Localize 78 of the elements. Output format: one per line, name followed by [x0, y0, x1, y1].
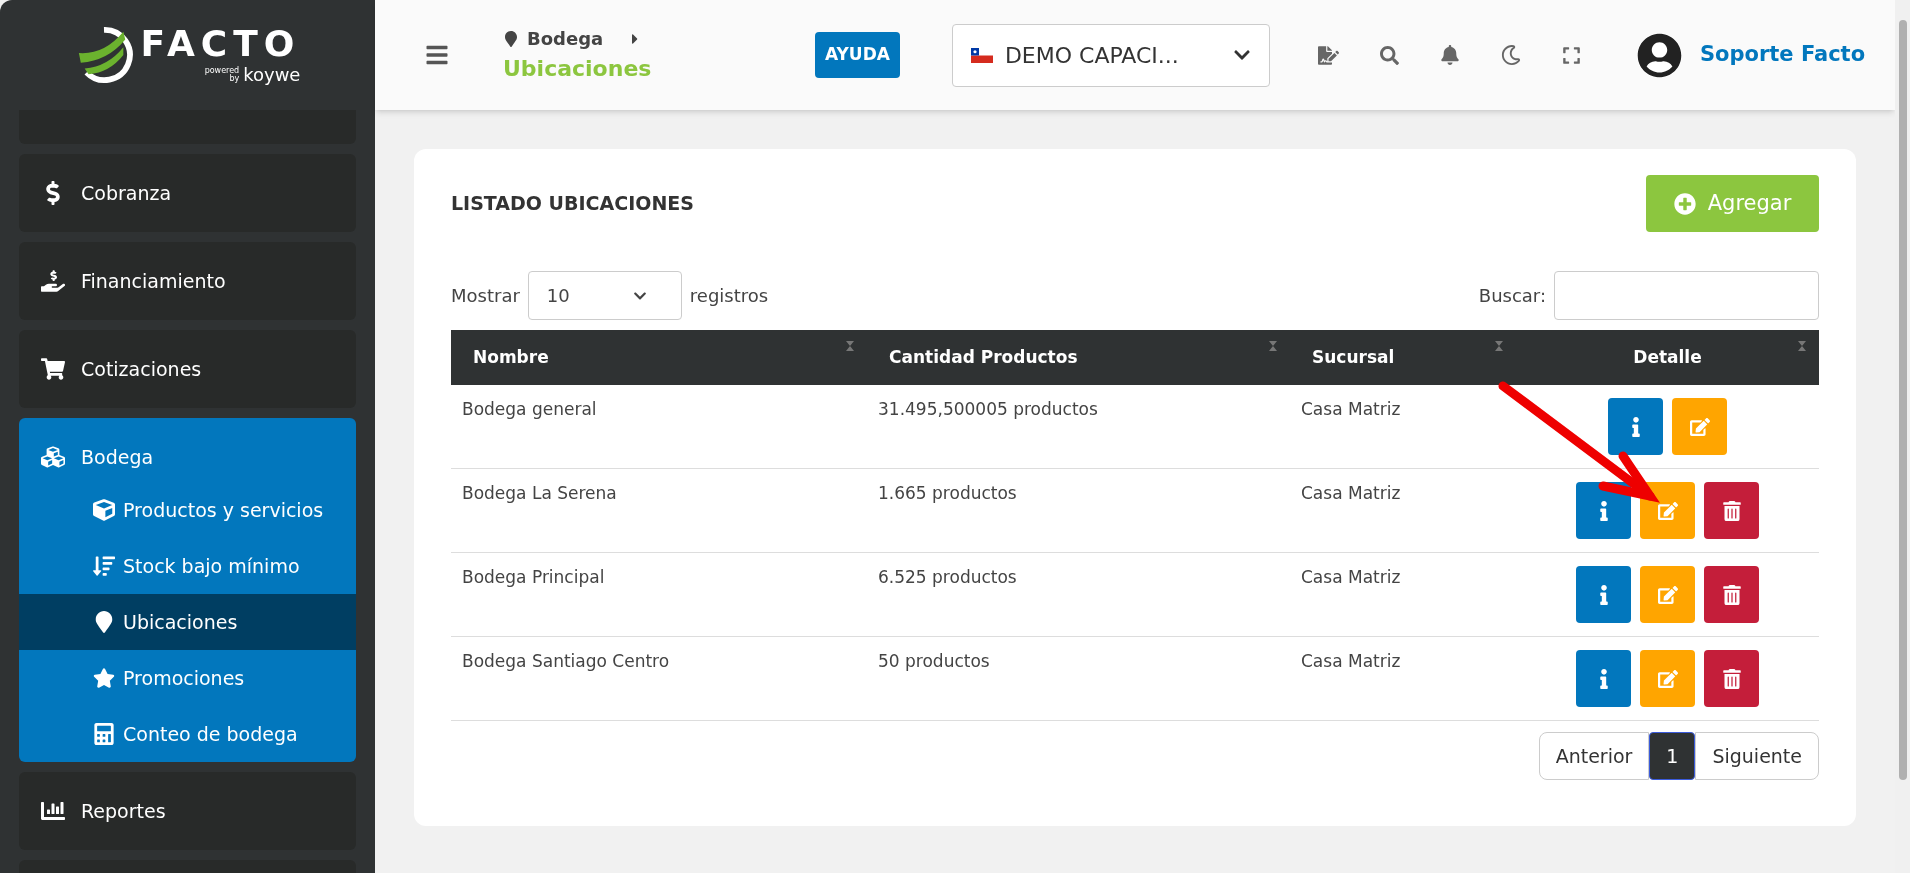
delete-button[interactable] [1704, 566, 1759, 623]
trash-icon [1721, 500, 1742, 521]
column-header[interactable]: Sucursal [1290, 330, 1516, 385]
user-name[interactable]: Soporte Facto [1699, 39, 1866, 71]
bell-icon[interactable] [1439, 45, 1460, 65]
menu-icon[interactable] [425, 43, 449, 67]
sort-icon[interactable] [1494, 340, 1504, 352]
fullscreen-icon[interactable] [1561, 45, 1581, 65]
table-cell: Bodega Santiago Centro [462, 651, 670, 671]
info-button[interactable] [1576, 566, 1631, 623]
cart-icon [41, 357, 65, 381]
page-button[interactable]: 1 [1649, 732, 1696, 780]
sort-down-icon [93, 555, 115, 577]
search-field[interactable] [1554, 271, 1819, 320]
sort-icon[interactable] [845, 340, 855, 352]
pin-icon [93, 611, 115, 633]
table-cell: Bodega Principal [462, 567, 605, 587]
hand-coin-icon [41, 269, 65, 293]
table-cell: 1.665 productos [878, 483, 1017, 503]
submenu-item[interactable]: Conteo de bodega [19, 706, 356, 762]
star-icon [93, 667, 115, 689]
sidebar-item[interactable]: Cotizaciones [19, 330, 356, 408]
edit-icon [1657, 584, 1678, 605]
records-label: registros [689, 284, 769, 308]
info-button[interactable] [1576, 650, 1631, 707]
table-cell: 6.525 productos [878, 567, 1017, 587]
table-cell: Bodega general [462, 399, 597, 419]
table-cell: Casa Matriz [1301, 651, 1401, 671]
edit-icon [1689, 416, 1710, 437]
delete-button[interactable] [1704, 650, 1759, 707]
edit-button[interactable] [1640, 482, 1695, 539]
page-size-select[interactable]: 10 [527, 271, 682, 320]
submenu-item[interactable]: Ubicaciones [19, 594, 356, 650]
table-cell: Casa Matriz [1301, 399, 1401, 419]
table-cell: 31.495,500005 productos [878, 399, 1098, 419]
sort-icon[interactable] [1268, 340, 1278, 352]
flag-icon [970, 47, 993, 63]
show-label: Mostrar [451, 284, 520, 308]
column-header[interactable]: Cantidad Productos [867, 330, 1290, 385]
column-header[interactable]: Nombre [451, 330, 867, 385]
edit-icon [1657, 668, 1678, 689]
trash-icon [1721, 584, 1742, 605]
company-select[interactable]: DEMO CAPACI... [951, 23, 1270, 87]
table-cell: 50 productos [878, 651, 990, 671]
logo-powered-text: powered [204, 67, 240, 75]
signature-document-icon[interactable] [1317, 44, 1339, 66]
pin-icon [503, 30, 519, 47]
table-cell: Casa Matriz [1301, 483, 1401, 503]
breadcrumb-link[interactable]: Bodega [527, 25, 604, 52]
edit-icon [1657, 500, 1678, 521]
trash-icon [1721, 668, 1742, 689]
plus-icon [1673, 192, 1696, 215]
logo-brand-text: koywe [243, 66, 301, 84]
search-label: Buscar: [1478, 284, 1546, 308]
sidebar-item[interactable]: Cobranza [19, 154, 356, 232]
delete-button[interactable] [1704, 482, 1759, 539]
moon-icon[interactable] [1500, 45, 1521, 65]
bar-chart-icon [41, 799, 65, 823]
table-cell: Casa Matriz [1301, 567, 1401, 587]
info-button[interactable] [1576, 482, 1631, 539]
logo-by-text: by [229, 75, 240, 83]
submenu-item[interactable]: Promociones [19, 650, 356, 706]
submenu-item[interactable]: Stock bajo mínimo [19, 538, 356, 594]
cubes-icon [41, 445, 65, 469]
info-button[interactable] [1608, 398, 1663, 455]
help-button[interactable]: AYUDA [815, 32, 900, 78]
calculator-icon [93, 723, 115, 745]
column-header[interactable]: Detalle [1516, 330, 1819, 385]
page-title: Ubicaciones [503, 55, 653, 83]
sidebar-item[interactable]: Financiamiento [19, 242, 356, 320]
card-title: LISTADO UBICACIONES [451, 191, 694, 217]
sidebar-item[interactable]: Reportes [19, 772, 356, 850]
logo-wordmark: FACTO [140, 26, 301, 62]
next-page-button[interactable]: Siguiente [1695, 732, 1819, 780]
table-cell: Bodega La Serena [462, 483, 617, 503]
cube-icon [93, 499, 115, 521]
search-icon[interactable] [1379, 45, 1399, 65]
sort-icon[interactable] [1797, 340, 1807, 352]
